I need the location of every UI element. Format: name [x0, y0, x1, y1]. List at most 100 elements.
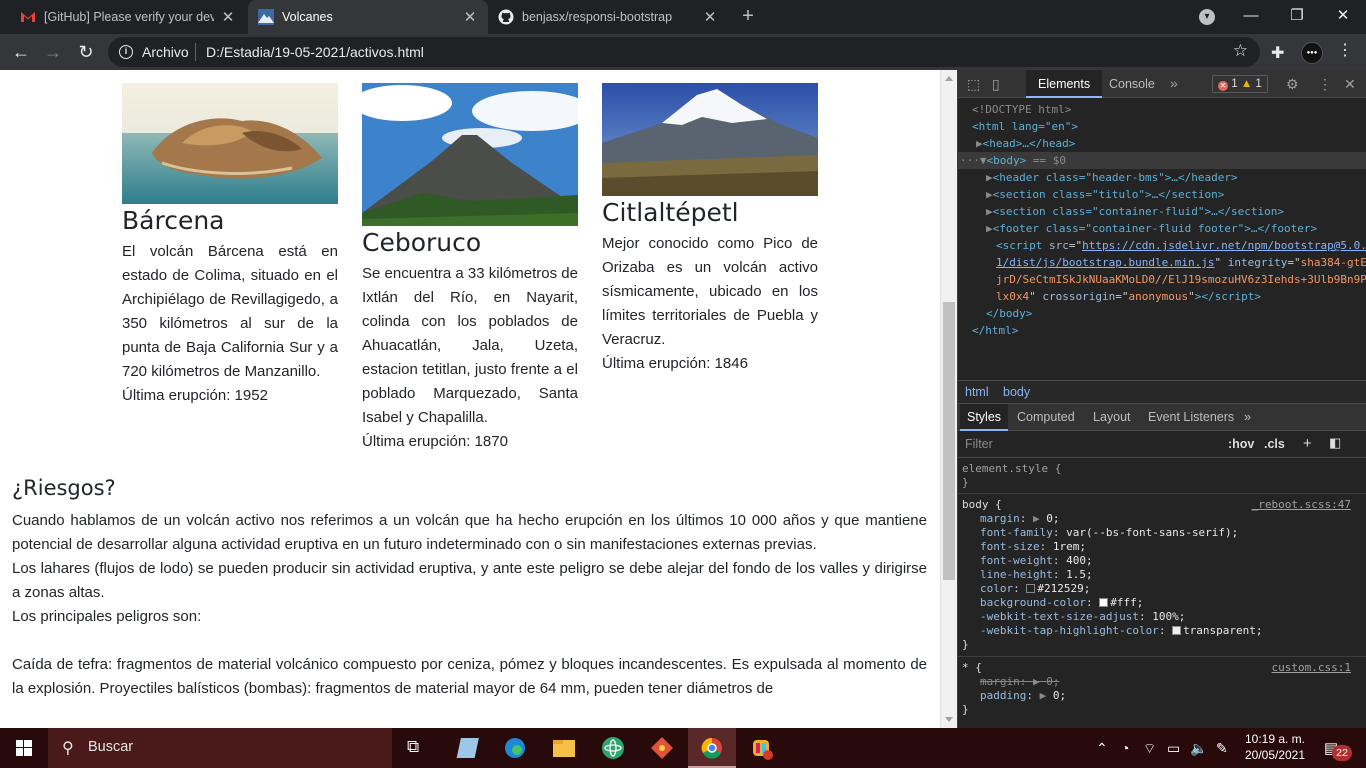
avatar[interactable]: ●●● — [1301, 42, 1323, 64]
dom-tree: <!DOCTYPE html> <html lang="en"> ▶<head>… — [958, 98, 1366, 378]
dom-node[interactable]: ▶<head>…</head> — [958, 135, 1366, 152]
tab-styles[interactable]: Styles — [960, 404, 1009, 431]
css-prop[interactable]: color: #212529; — [962, 582, 1363, 596]
restore-icon[interactable]: ❐ — [1274, 0, 1320, 34]
color-swatch[interactable] — [1172, 626, 1182, 635]
back-icon[interactable]: ← — [10, 41, 32, 63]
dom-node-script[interactable]: <script src="https://cdn.jsdelivr.net/np… — [958, 237, 1366, 305]
color-swatch[interactable] — [1026, 584, 1036, 593]
toggle-sidebar-icon[interactable]: ◧ — [1329, 435, 1341, 451]
rule-star[interactable]: * { custom.css:1 margin: ▶ 0; padding: ▶… — [958, 657, 1366, 721]
css-prop[interactable]: font-weight: 400; — [962, 554, 1363, 568]
clock-time: 10:19 a. m. — [1244, 732, 1306, 746]
more-tabs-icon[interactable]: » — [1170, 75, 1178, 91]
close-icon[interactable]: ✕ — [220, 8, 236, 26]
volume-icon[interactable]: 🔈 — [1190, 740, 1207, 757]
dom-node[interactable]: <!DOCTYPE html> — [958, 101, 1366, 118]
breadcrumb-html[interactable]: html — [965, 381, 989, 403]
tab-console[interactable]: Console — [1109, 70, 1155, 98]
menu-dots-icon[interactable]: ⋮ — [1337, 40, 1353, 60]
address-bar[interactable]: i Archivo D:/Estadia/19-05-2021/activos.… — [108, 37, 1260, 67]
atom-icon[interactable] — [589, 728, 637, 768]
dom-node[interactable]: </html> — [958, 322, 1366, 339]
scroll-up-icon[interactable] — [945, 76, 953, 81]
dom-node[interactable]: </body> — [958, 305, 1366, 322]
dom-node-selected[interactable]: ···▼<body> == $0 — [958, 152, 1366, 169]
task-view-icon[interactable]: ⧉ — [392, 728, 440, 768]
inspect-icon[interactable]: ⬚ — [967, 76, 980, 93]
new-tab-button[interactable]: + — [738, 6, 758, 26]
scroll-thumb[interactable] — [943, 302, 955, 580]
cls-button[interactable]: .cls — [1264, 437, 1285, 451]
css-prop[interactable]: font-size: 1rem; — [962, 540, 1363, 554]
page-scrollbar[interactable] — [940, 70, 957, 728]
dom-node[interactable]: ▶<header class="header-bms">…</header> — [958, 169, 1366, 186]
forward-icon[interactable]: → — [42, 41, 64, 63]
close-icon[interactable]: ✕ — [462, 8, 478, 26]
device-toolbar-icon[interactable]: ▯ — [992, 76, 1000, 93]
bookmark-star-icon[interactable]: ☆ — [1233, 41, 1248, 61]
address-url[interactable]: D:/Estadia/19-05-2021/activos.html — [206, 44, 424, 60]
close-icon[interactable]: ✕ — [702, 8, 718, 26]
github-icon — [498, 9, 514, 25]
network-icon[interactable]: ◔ — [1121, 740, 1129, 756]
taskbar-search[interactable]: ⚲ Buscar — [48, 728, 392, 768]
css-prop[interactable]: -webkit-text-size-adjust: 100%; — [962, 610, 1363, 624]
close-window-icon[interactable]: ✕ — [1320, 0, 1366, 34]
git-app-icon[interactable] — [638, 728, 686, 768]
minimize-icon[interactable]: — — [1228, 0, 1274, 34]
hov-button[interactable]: :hov — [1228, 437, 1254, 451]
start-button[interactable] — [0, 728, 48, 768]
volcano-card-ceboruco: Ceboruco Se encuentra a 33 kilómetros de… — [362, 83, 578, 454]
kebab-icon[interactable]: ⋮ — [1318, 76, 1332, 93]
tab-volcanes[interactable]: Volcanes ✕ — [248, 0, 488, 34]
tab-search-icon[interactable]: ▾ — [1199, 9, 1215, 25]
battery-icon[interactable]: ▭ — [1167, 740, 1180, 757]
close-icon[interactable]: ✕ — [1344, 76, 1356, 93]
filter-input[interactable]: Filter — [965, 437, 993, 451]
tab-layout[interactable]: Layout — [1093, 404, 1131, 431]
tab-github[interactable]: [GitHub] Please verify your device ✕ — [10, 0, 246, 34]
tab-event-listeners[interactable]: Event Listeners — [1148, 404, 1234, 431]
edge-icon[interactable] — [491, 728, 539, 768]
notification-center[interactable]: ▤ 22 — [1320, 737, 1354, 761]
dom-node[interactable]: ▶<section class="titulo">…</section> — [958, 186, 1366, 203]
info-icon[interactable]: i — [119, 45, 133, 59]
scroll-down-icon[interactable] — [945, 717, 953, 722]
dom-node[interactable]: <html lang="en"> — [958, 118, 1366, 135]
gear-icon[interactable]: ⚙ — [1286, 76, 1299, 93]
taskbar: ⚲ Buscar ⧉ ⌃ ◔ ⌔ ▭ 🔈 ✎ 10:19 a. m. 20/05… — [0, 728, 1366, 768]
dom-node[interactable]: ▶<section class="container-fluid">…</sec… — [958, 203, 1366, 220]
css-prop[interactable]: line-height: 1.5; — [962, 568, 1363, 582]
css-prop[interactable]: -webkit-tap-highlight-color: transparent… — [962, 624, 1363, 638]
css-prop[interactable]: margin: ▶ 0; — [962, 675, 1363, 689]
taskbar-clock[interactable]: 10:19 a. m. 20/05/2021 — [1243, 731, 1307, 763]
reload-icon[interactable]: ↻ — [75, 41, 97, 63]
css-prop[interactable]: background-color: #fff; — [962, 596, 1363, 610]
rule-source[interactable]: _reboot.scss:47 — [1252, 498, 1351, 512]
css-prop[interactable]: font-family: var(--bs-font-sans-serif); — [962, 526, 1363, 540]
rule-close: } — [962, 476, 969, 489]
file-explorer-icon[interactable] — [540, 728, 588, 768]
wifi-icon[interactable]: ⌔ — [1143, 740, 1156, 758]
color-swatch[interactable] — [1099, 598, 1109, 607]
dom-node[interactable]: ▶<footer class="container-fluid footer">… — [958, 220, 1366, 237]
css-prop[interactable]: padding: ▶ 0; — [962, 689, 1363, 703]
issues-badge[interactable]: ✕ 1 ▲ 1 — [1212, 75, 1268, 93]
tab-elements[interactable]: Elements — [1026, 70, 1103, 98]
tab-computed[interactable]: Computed — [1017, 404, 1075, 431]
more-tabs-icon[interactable]: » — [1244, 404, 1251, 431]
extensions-icon[interactable]: ✚ — [1271, 43, 1284, 63]
rule-body[interactable]: body { _reboot.scss:47 margin: ▶ 0; font… — [958, 494, 1366, 657]
new-rule-icon[interactable]: + — [1303, 435, 1312, 452]
css-prop[interactable]: margin: ▶ 0; — [962, 512, 1363, 526]
pen-icon[interactable]: ✎ — [1216, 740, 1228, 757]
chrome-icon[interactable] — [688, 728, 736, 768]
breadcrumb-body[interactable]: body — [1003, 381, 1030, 403]
slack-icon[interactable] — [737, 728, 785, 768]
tab-repo[interactable]: benjasx/responsi-bootstrap ✕ — [488, 0, 728, 34]
rule-element-style[interactable]: element.style { } — [958, 458, 1366, 494]
notes-app-icon[interactable] — [442, 728, 490, 768]
chevron-up-icon[interactable]: ⌃ — [1096, 740, 1108, 757]
rule-source[interactable]: custom.css:1 — [1272, 661, 1351, 675]
